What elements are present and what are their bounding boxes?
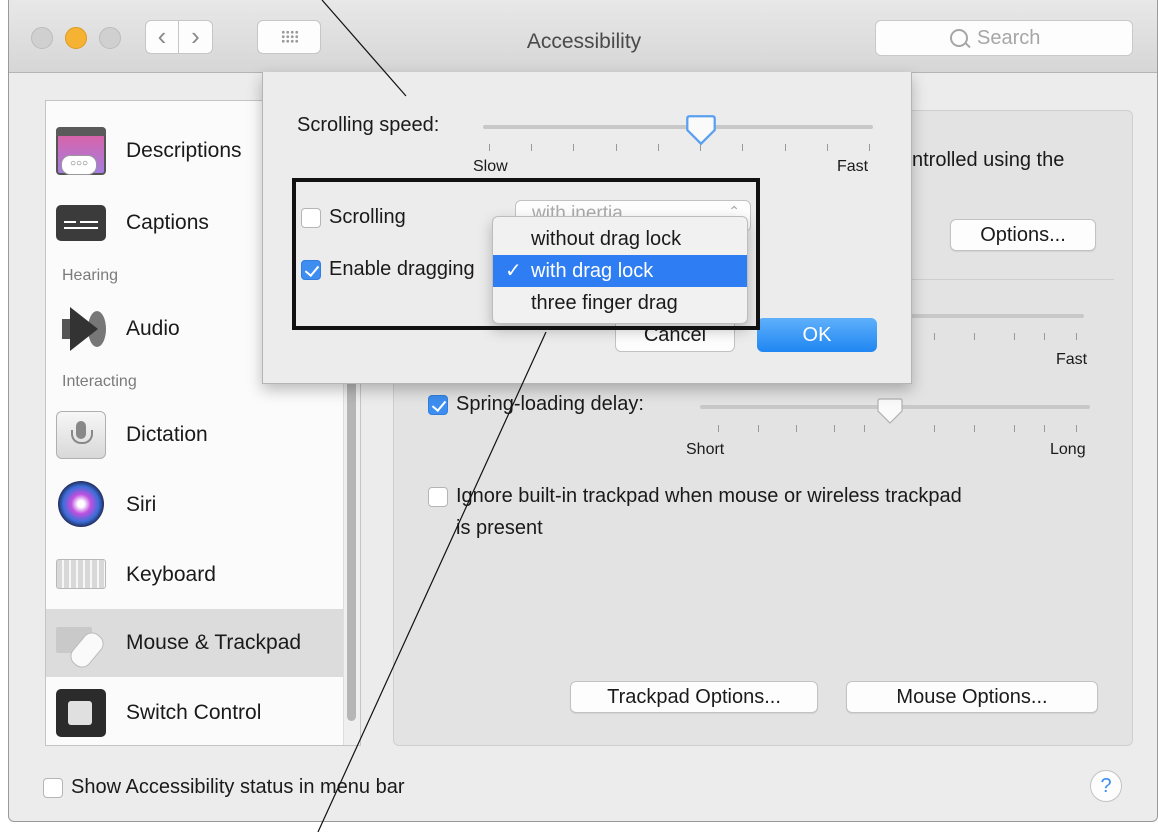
- scroll-slow-label: Slow: [473, 158, 508, 175]
- sidebar-group-interacting: Interacting: [62, 373, 137, 390]
- descriptions-icon: ○○○: [56, 127, 106, 175]
- show-status-checkbox[interactable]: [43, 778, 63, 798]
- mouse-trackpad-icon: [56, 619, 108, 672]
- scrollbar-thumb[interactable]: [347, 361, 356, 721]
- ignore-trackpad-label-line1: Ignore built-in trackpad when mouse or w…: [456, 485, 962, 507]
- sidebar-group-hearing: Hearing: [62, 267, 119, 284]
- scroll-speed-tick: [615, 144, 617, 151]
- scroll-speed-tick: [826, 144, 828, 151]
- sidebar-item-switch-control[interactable]: Switch Control: [46, 679, 344, 745]
- scroll-speed-tick: [573, 144, 575, 151]
- scroll-speed-tick: [489, 144, 490, 151]
- scrolling-speed-knob[interactable]: [685, 114, 717, 146]
- spring-long-label: Long: [1050, 441, 1086, 458]
- keyboard-icon: [56, 559, 106, 589]
- ignore-trackpad-label-line2: is present: [456, 517, 543, 539]
- sidebar-item-dictation[interactable]: Dictation: [46, 401, 344, 469]
- sidebar-item-siri[interactable]: Siri: [46, 471, 344, 539]
- sidebar-item-label: Switch Control: [126, 701, 262, 724]
- spring-short-label: Short: [686, 441, 725, 458]
- siri-icon: [58, 481, 104, 527]
- show-status-label: Show Accessibility status in menu bar: [71, 776, 405, 798]
- ok-button[interactable]: OK: [757, 318, 877, 352]
- scroll-speed-tick: [742, 144, 744, 151]
- switch-control-icon: [56, 689, 106, 737]
- spring-loading-checkbox[interactable]: [428, 395, 448, 415]
- dictation-icon: [56, 411, 106, 459]
- ignore-trackpad-checkbox[interactable]: [428, 487, 448, 507]
- mouse-options-button[interactable]: Mouse Options...: [846, 681, 1098, 713]
- sidebar-item-label: Mouse & Trackpad: [126, 631, 302, 654]
- sidebar-item-label: Descriptions: [126, 139, 242, 162]
- spring-loading-knob[interactable]: [876, 397, 904, 425]
- scroll-speed-tick: [869, 144, 870, 151]
- sidebar-item-label: Keyboard: [126, 563, 216, 586]
- panel-description-text: ntrolled using the: [912, 149, 1065, 171]
- captions-icon: [56, 205, 106, 241]
- scrolling-speed-track[interactable]: [483, 125, 873, 129]
- search-field[interactable]: Search: [875, 20, 1133, 56]
- help-button[interactable]: ?: [1090, 770, 1122, 802]
- double-click-fast-label: Fast: [1056, 351, 1088, 368]
- search-icon: [950, 29, 968, 47]
- scroll-speed-tick: [657, 144, 659, 151]
- scroll-speed-tick: [784, 144, 786, 151]
- audio-icon: [56, 305, 106, 353]
- sidebar-item-label: Audio: [126, 317, 180, 340]
- spring-loading-label: Spring-loading delay:: [456, 393, 644, 415]
- scrolling-speed-label: Scrolling speed:: [297, 114, 440, 136]
- title-bar: ‹ › Accessibility Search: [9, 0, 1157, 73]
- highlight-box: [292, 178, 760, 330]
- scroll-fast-label: Fast: [837, 158, 869, 175]
- sidebar-item-label: Captions: [126, 211, 209, 234]
- sidebar-item-label: Dictation: [126, 423, 208, 446]
- sidebar-item-mouse-trackpad[interactable]: Mouse & Trackpad: [46, 609, 344, 677]
- sidebar-item-keyboard[interactable]: Keyboard: [46, 541, 344, 609]
- search-placeholder: Search: [977, 27, 1041, 49]
- scroll-speed-tick: [531, 144, 533, 151]
- options-button[interactable]: Options...: [950, 219, 1096, 251]
- sidebar-item-label: Siri: [126, 493, 157, 516]
- trackpad-options-button[interactable]: Trackpad Options...: [570, 681, 818, 713]
